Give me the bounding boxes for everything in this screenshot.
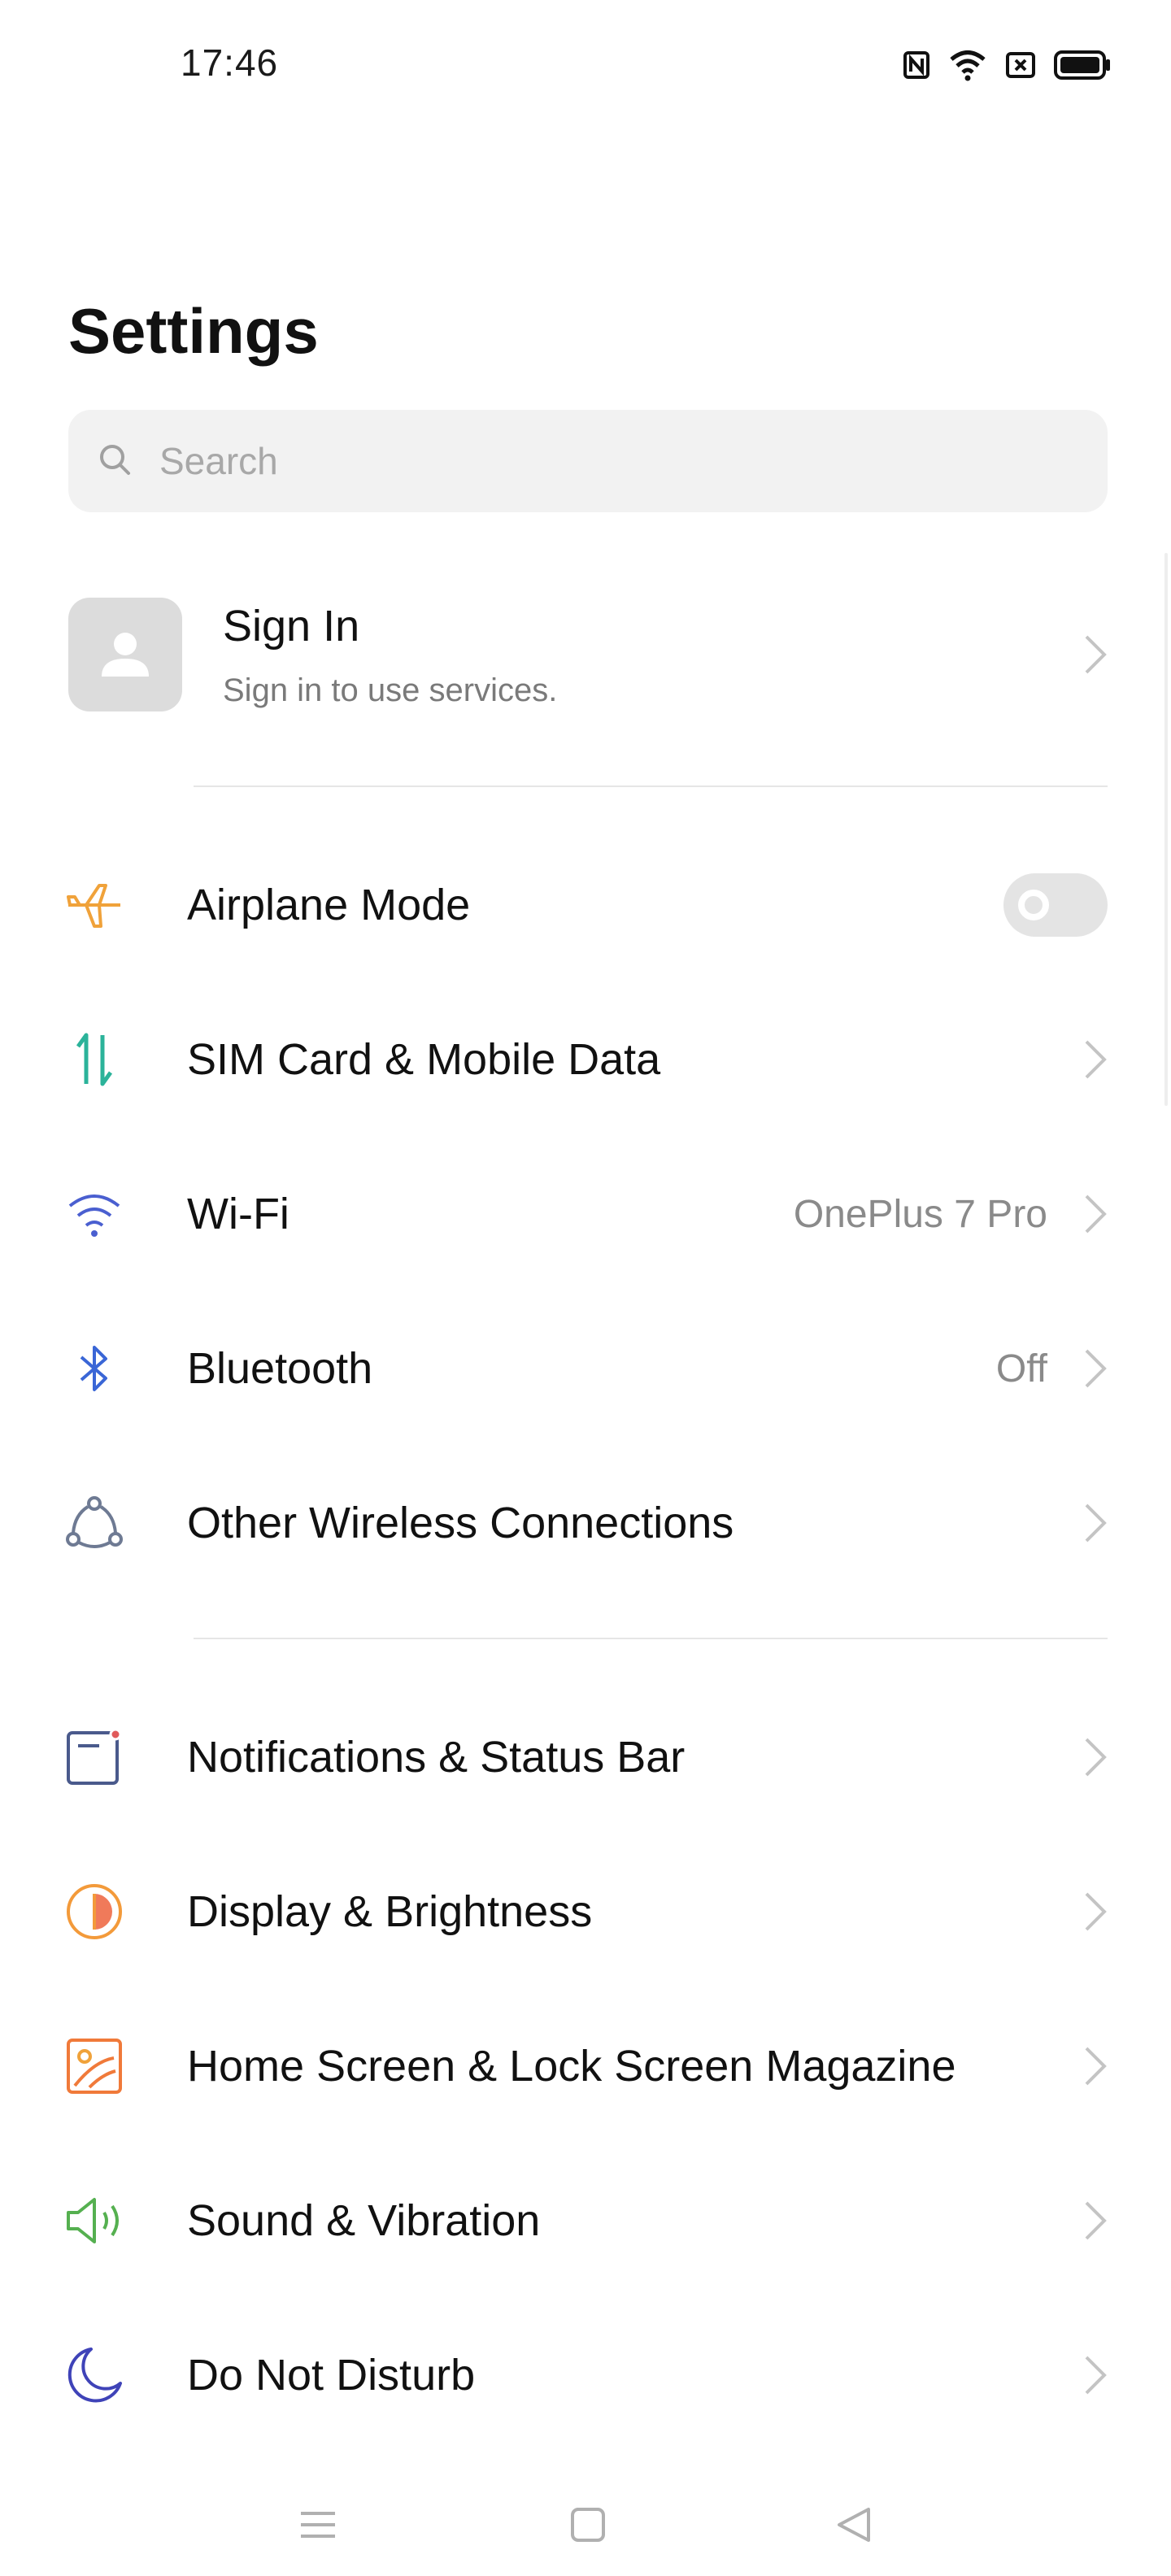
avatar bbox=[68, 598, 182, 711]
chevron-right-icon bbox=[1085, 1892, 1107, 1931]
row-label: Do Not Disturb bbox=[187, 2351, 476, 2400]
row-label: Display & Brightness bbox=[187, 1887, 593, 1936]
chevron-right-icon bbox=[1085, 1738, 1107, 1777]
row-label: Sound & Vibration bbox=[187, 2196, 541, 2245]
sign-in-row[interactable]: Sign In Sign in to use services. bbox=[68, 585, 1108, 724]
divider bbox=[194, 785, 1108, 787]
notification-icon bbox=[52, 1715, 137, 1799]
sim-data-icon bbox=[52, 1017, 137, 1102]
row-label: Other Wireless Connections bbox=[187, 1499, 734, 1547]
chevron-right-icon bbox=[1085, 1040, 1107, 1079]
row-display-brightness[interactable]: Display & Brightness bbox=[67, 1851, 1108, 1973]
bluetooth-status: Off bbox=[995, 1347, 1047, 1390]
search-bar[interactable] bbox=[68, 410, 1108, 512]
row-label: Airplane Mode bbox=[187, 881, 471, 929]
row-wifi[interactable]: Wi-Fi OnePlus 7 Pro bbox=[68, 1153, 1108, 1275]
chevron-right-icon bbox=[1085, 2356, 1107, 2395]
sim-blocked-icon bbox=[1005, 51, 1036, 79]
bluetooth-icon bbox=[52, 1326, 137, 1411]
moon-icon bbox=[52, 2333, 137, 2417]
row-notifications[interactable]: Notifications & Status Bar bbox=[67, 1696, 1108, 1818]
row-label: Wi-Fi bbox=[187, 1190, 289, 1238]
divider bbox=[194, 1638, 1108, 1639]
wifi-icon bbox=[52, 1172, 137, 1256]
connections-icon bbox=[52, 1481, 137, 1565]
sign-in-title: Sign In bbox=[223, 601, 360, 651]
page-title: Settings bbox=[68, 295, 319, 367]
back-icon[interactable] bbox=[826, 2496, 883, 2553]
row-sound-vibration[interactable]: Sound & Vibration bbox=[67, 2160, 1108, 2282]
row-label: Bluetooth bbox=[187, 1344, 373, 1393]
status-time: 17:46 bbox=[181, 41, 279, 84]
settings-screen: 17:46 Settings Search Sign In Sign in to… bbox=[0, 0, 1171, 2576]
chevron-right-icon bbox=[1085, 2201, 1107, 2240]
chevron-right-icon bbox=[1085, 635, 1107, 674]
speaker-icon bbox=[52, 2178, 137, 2263]
row-home-screen[interactable]: Home Screen & Lock Screen Magazine bbox=[67, 2005, 1108, 2127]
user-icon bbox=[102, 633, 149, 677]
scroll-indicator bbox=[1164, 553, 1168, 1106]
row-label: Home Screen & Lock Screen Magazine bbox=[187, 2042, 956, 2091]
row-bluetooth[interactable]: Bluetooth Off bbox=[68, 1308, 1108, 1429]
row-sim-card[interactable]: SIM Card & Mobile Data bbox=[68, 999, 1108, 1120]
airplane-icon bbox=[52, 863, 137, 947]
chevron-right-icon bbox=[1085, 2047, 1107, 2086]
wifi-icon bbox=[948, 49, 987, 81]
nfc-icon bbox=[903, 50, 930, 80]
wifi-network-name: OnePlus 7 Pro bbox=[793, 1192, 1047, 1236]
sign-in-subtitle: Sign in to use services. bbox=[223, 672, 558, 708]
row-airplane-mode[interactable]: Airplane Mode bbox=[67, 844, 1108, 966]
search-input[interactable] bbox=[159, 439, 1054, 483]
airplane-mode-toggle[interactable] bbox=[1003, 873, 1108, 937]
brightness-icon bbox=[52, 1869, 137, 1954]
row-label: SIM Card & Mobile Data bbox=[187, 1035, 661, 1084]
menu-icon[interactable] bbox=[289, 2496, 346, 2553]
row-label: Notifications & Status Bar bbox=[187, 1733, 686, 1782]
chevron-right-icon bbox=[1085, 1194, 1107, 1234]
chevron-right-icon bbox=[1085, 1349, 1107, 1388]
home-icon[interactable] bbox=[559, 2496, 616, 2553]
chevron-right-icon bbox=[1085, 1503, 1107, 1543]
status-icons bbox=[903, 44, 1111, 86]
row-do-not-disturb[interactable]: Do Not Disturb bbox=[67, 2314, 1108, 2436]
row-other-wireless[interactable]: Other Wireless Connections bbox=[66, 1462, 1108, 1584]
wallpaper-icon bbox=[52, 2024, 137, 2108]
battery-icon bbox=[1054, 50, 1111, 80]
navigation-bar bbox=[0, 2472, 1171, 2576]
search-icon bbox=[98, 442, 132, 481]
